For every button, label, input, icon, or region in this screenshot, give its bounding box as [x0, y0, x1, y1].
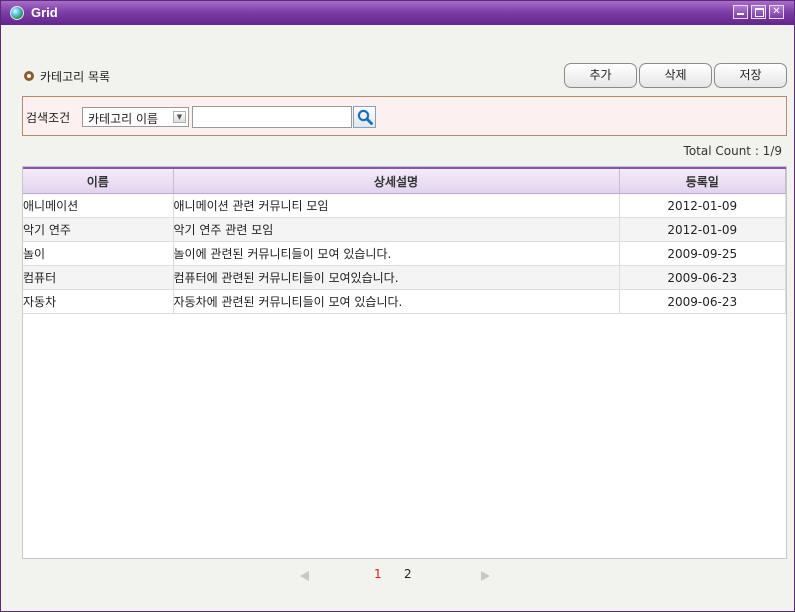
magnifier-icon [357, 109, 373, 125]
table-row[interactable]: 애니메이션 애니메이션 관련 커뮤니티 모임 2012-01-09 [23, 193, 786, 218]
search-button[interactable] [353, 106, 376, 128]
cell-name[interactable]: 놀이 [23, 241, 174, 266]
next-page-icon[interactable] [479, 570, 491, 582]
column-header-date[interactable]: 등록일 [619, 167, 786, 194]
table-row[interactable]: 컴퓨터 컴퓨터에 관련된 커뮤니티들이 모여있습니다. 2009-06-23 [23, 265, 786, 290]
save-button[interactable]: 저장 [714, 63, 787, 88]
table-row[interactable]: 자동차 자동차에 관련된 커뮤니티들이 모여 있습니다. 2009-06-23 [23, 289, 786, 314]
cell-description[interactable]: 악기 연주 관련 모임 [173, 217, 620, 242]
page-link-current[interactable]: 1 [374, 567, 382, 581]
cell-name[interactable]: 악기 연주 [23, 217, 174, 242]
grid-table: 이름 상세설명 등록일 애니메이션 애니메이션 관련 커뮤니티 모임 2012-… [23, 167, 786, 314]
column-header-description[interactable]: 상세설명 [173, 167, 620, 194]
page-link[interactable]: 2 [404, 567, 412, 581]
table-row[interactable]: 악기 연주 악기 연주 관련 모임 2012-01-09 [23, 217, 786, 242]
cell-name[interactable]: 컴퓨터 [23, 265, 174, 290]
cell-date[interactable]: 2012-01-09 [619, 217, 786, 242]
table-row[interactable]: 놀이 놀이에 관련된 커뮤니티들이 모여 있습니다. 2009-09-25 [23, 241, 786, 266]
delete-button[interactable]: 삭제 [639, 63, 712, 88]
title-bar[interactable]: Grid ✕ [1, 1, 794, 25]
cell-name[interactable]: 자동차 [23, 289, 174, 314]
cell-description[interactable]: 자동차에 관련된 커뮤니티들이 모여 있습니다. [173, 289, 620, 314]
total-count: Total Count : 1/9 [683, 144, 782, 158]
column-header-name[interactable]: 이름 [23, 167, 174, 194]
cell-date[interactable]: 2009-09-25 [619, 241, 786, 266]
globe-icon [10, 6, 24, 20]
maximize-button[interactable] [751, 5, 766, 19]
cell-date[interactable]: 2009-06-23 [619, 265, 786, 290]
cell-description[interactable]: 놀이에 관련된 커뮤니티들이 모여 있습니다. [173, 241, 620, 266]
search-input[interactable] [192, 106, 352, 128]
grid-header-row: 이름 상세설명 등록일 [23, 167, 786, 194]
minimize-button[interactable] [733, 5, 748, 19]
cell-date[interactable]: 2012-01-09 [619, 193, 786, 218]
close-button[interactable]: ✕ [769, 5, 784, 19]
pagination: 1 2 [1, 567, 795, 585]
search-field-select-value: 카테고리 이름 [88, 112, 159, 126]
search-field-select[interactable]: 카테고리 이름 ▼ [82, 107, 189, 127]
cell-name[interactable]: 애니메이션 [23, 193, 174, 218]
cell-date[interactable]: 2009-06-23 [619, 289, 786, 314]
prev-page-icon[interactable] [299, 570, 311, 582]
grid-window: Grid ✕ 카테고리 목록 추가 삭제 저장 검색조건 카테고리 이름 ▼ T… [0, 0, 795, 612]
search-panel: 검색조건 카테고리 이름 ▼ [22, 96, 787, 136]
add-button[interactable]: 추가 [564, 63, 637, 88]
window-title: Grid [31, 5, 58, 20]
cell-description[interactable]: 애니메이션 관련 커뮤니티 모임 [173, 193, 620, 218]
chevron-down-icon[interactable]: ▼ [173, 111, 186, 123]
data-grid: 이름 상세설명 등록일 애니메이션 애니메이션 관련 커뮤니티 모임 2012-… [22, 166, 787, 559]
section-title-label: 카테고리 목록 [40, 70, 111, 84]
cell-description[interactable]: 컴퓨터에 관련된 커뮤니티들이 모여있습니다. [173, 265, 620, 290]
bullet-icon [24, 71, 34, 81]
search-label: 검색조건 [26, 111, 71, 125]
